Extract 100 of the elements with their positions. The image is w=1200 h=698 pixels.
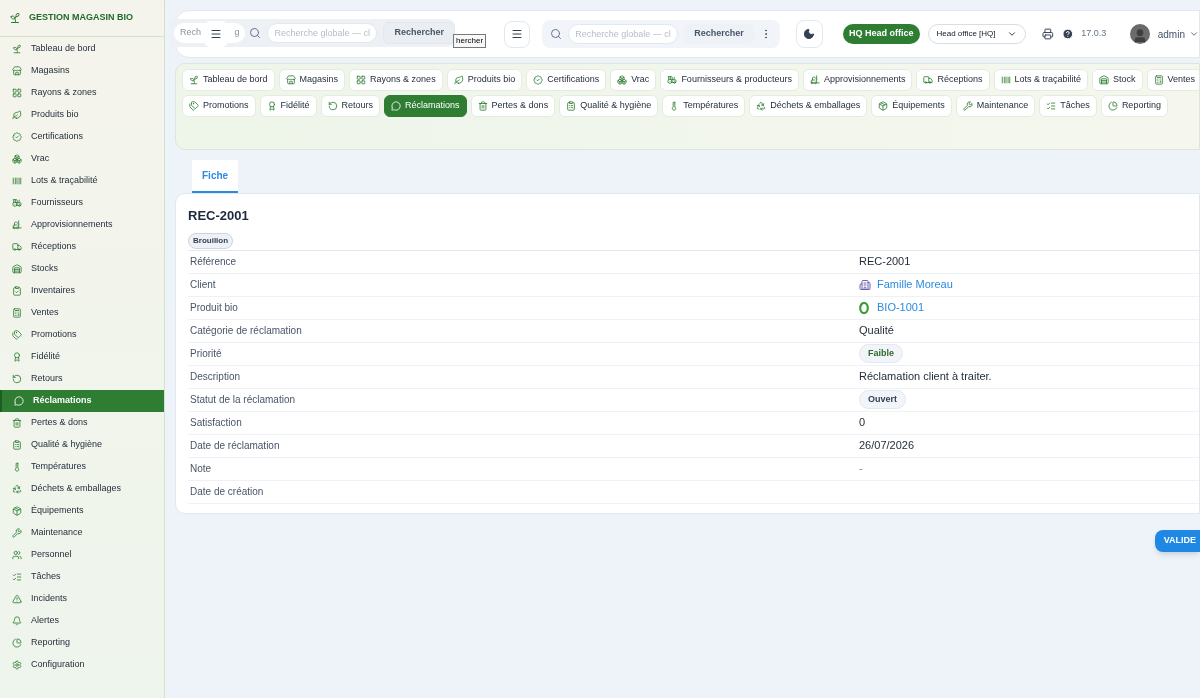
- users-icon: [12, 550, 22, 560]
- sidebar-item[interactable]: Reporting: [0, 632, 164, 654]
- product-link[interactable]: BIO-1001: [877, 299, 925, 316]
- sidebar-item[interactable]: Personnel: [0, 544, 164, 566]
- module-chip[interactable]: Stock: [1092, 69, 1143, 91]
- store-icon: [12, 66, 22, 76]
- package-icon: [878, 101, 889, 111]
- module-chip[interactable]: Rayons & zones: [349, 69, 443, 91]
- sidebar-item[interactable]: Approvisionnements: [0, 214, 164, 236]
- module-chip[interactable]: Fournisseurs & producteurs: [660, 69, 799, 91]
- tags-icon: [189, 101, 199, 111]
- module-chip[interactable]: Températures: [662, 95, 746, 117]
- tab[interactable]: Fiche: [192, 160, 239, 193]
- boxes-icon: [617, 75, 628, 85]
- module-chip[interactable]: Retours: [320, 95, 381, 117]
- sidebar-item[interactable]: Fidélité: [0, 346, 164, 368]
- validate-button[interactable]: VALIDE: [1154, 530, 1200, 552]
- client-link[interactable]: Famille Moreau: [877, 276, 953, 293]
- sidebar-item[interactable]: Fournisseurs: [0, 192, 164, 214]
- placeholder-text: g: [234, 26, 240, 40]
- module-chip[interactable]: Reporting: [1100, 95, 1168, 117]
- sidebar-item[interactable]: Températures: [0, 456, 164, 478]
- trash-icon: [477, 101, 488, 111]
- building-icon: [859, 278, 871, 291]
- boxes-icon: [12, 154, 22, 164]
- field-label: Client: [189, 278, 217, 292]
- user-menu[interactable]: admin: [1157, 26, 1199, 42]
- sidebar-item[interactable]: Stocks: [0, 258, 164, 280]
- sidebar-item[interactable]: Produits bio: [0, 104, 164, 126]
- sidebar-item[interactable]: Rayons & zones: [0, 82, 164, 104]
- field-label: Note: [189, 462, 213, 476]
- module-chip[interactable]: Déchets & emballages: [749, 95, 868, 117]
- sidebar-item[interactable]: Pertes & dons: [0, 412, 164, 434]
- sidebar-item[interactable]: Qualité & hygiène: [0, 434, 164, 456]
- office-badge: HQ Head office: [843, 24, 920, 44]
- ring-icon: [859, 301, 869, 314]
- theme-button[interactable]: [795, 20, 823, 48]
- module-chip[interactable]: Pertes & dons: [470, 95, 556, 117]
- module-chip[interactable]: Lots & traçabilité: [993, 69, 1089, 91]
- warning-icon: [12, 594, 22, 604]
- status-badge: Ouvert: [859, 389, 906, 410]
- module-chip[interactable]: Réceptions: [916, 69, 990, 91]
- module-chip[interactable]: Magasins: [278, 69, 346, 91]
- module-chip[interactable]: Approvisionnements: [802, 69, 913, 91]
- menu-icon: [511, 28, 524, 40]
- undo-icon: [12, 374, 22, 384]
- module-chip[interactable]: Qualité & hygiène: [559, 95, 659, 117]
- module-chip[interactable]: Produits bio: [446, 69, 523, 91]
- search-field[interactable]: Recherche globale — cl: [568, 24, 679, 44]
- sidebar-item[interactable]: Alertes: [0, 610, 164, 632]
- module-chip[interactable]: Vrac: [610, 69, 657, 91]
- sidebar-item[interactable]: Réclamations: [0, 390, 164, 412]
- field-value: 26/07/2026: [859, 438, 915, 454]
- menu-button[interactable]: [504, 20, 531, 48]
- help-icon[interactable]: [1061, 28, 1074, 40]
- print-icon[interactable]: [1042, 28, 1054, 40]
- search-field[interactable]: Recherche globale — cl: [267, 23, 378, 43]
- module-chip[interactable]: Réclamations: [384, 95, 467, 117]
- module-chip[interactable]: Ventes: [1146, 69, 1199, 91]
- sidebar-item[interactable]: Tâches: [0, 566, 164, 588]
- barcode-icon: [12, 176, 22, 186]
- module-chip[interactable]: Tableau de bord: [182, 69, 275, 91]
- sidebar-item[interactable]: Déchets & emballages: [0, 478, 164, 500]
- sprout-icon: [189, 75, 199, 85]
- sidebar-item[interactable]: Magasins: [0, 60, 164, 82]
- sidebar-item[interactable]: Vrac: [0, 148, 164, 170]
- award-icon: [12, 352, 22, 362]
- sidebar-item[interactable]: Maintenance: [0, 522, 164, 544]
- field-value: 0: [859, 415, 866, 431]
- sidebar-item[interactable]: Réceptions: [0, 236, 164, 258]
- sidebar-item[interactable]: Certifications: [0, 126, 164, 148]
- warehouse-icon: [1099, 75, 1110, 85]
- search-button[interactable]: Rechercher: [383, 22, 455, 44]
- sidebar-item[interactable]: Ventes: [0, 302, 164, 324]
- field-label: Satisfaction: [189, 416, 243, 430]
- sidebar-item[interactable]: Inventaires: [0, 280, 164, 302]
- truck-icon: [923, 75, 934, 85]
- forklift-icon: [809, 75, 820, 85]
- search-button[interactable]: hercher: [453, 34, 487, 48]
- module-chip[interactable]: Certifications: [526, 69, 607, 91]
- menu-icon: [210, 28, 222, 40]
- trash-icon: [12, 418, 22, 428]
- sidebar-item[interactable]: Incidents: [0, 588, 164, 610]
- field-label: Description: [189, 370, 242, 384]
- grid-icon: [12, 88, 22, 98]
- sidebar-item[interactable]: Équipements: [0, 500, 164, 522]
- module-chip[interactable]: Équipements: [871, 95, 952, 117]
- sidebar-item[interactable]: Configuration: [0, 654, 164, 676]
- award-icon: [266, 101, 277, 111]
- module-chip[interactable]: Maintenance: [955, 95, 1036, 117]
- sprout-icon: [12, 44, 22, 54]
- truck-icon: [12, 242, 22, 252]
- sidebar-item[interactable]: Lots & traçabilité: [0, 170, 164, 192]
- sidebar-item[interactable]: Retours: [0, 368, 164, 390]
- module-chip[interactable]: Promotions: [182, 95, 256, 117]
- sidebar-item[interactable]: Promotions: [0, 324, 164, 346]
- sidebar-item[interactable]: Tableau de bord: [0, 38, 164, 60]
- module-chip[interactable]: Tâches: [1039, 95, 1097, 117]
- module-chip[interactable]: Fidélité: [259, 95, 317, 117]
- field-label: Date de réclamation: [189, 439, 281, 453]
